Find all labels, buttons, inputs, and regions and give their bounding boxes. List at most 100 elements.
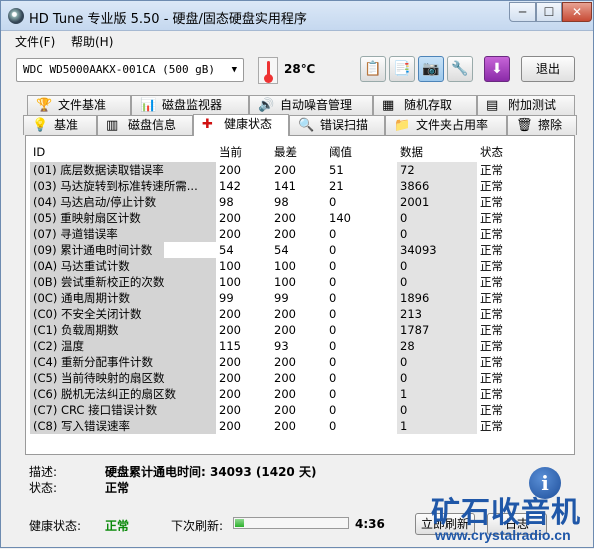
status-cell: 正常 <box>480 243 503 257</box>
threshold-cell: 0 <box>329 323 337 337</box>
attr-name-cell: (C6) 脱机无法纠正的扇区数 <box>30 386 216 402</box>
tab-label: 擦除 <box>538 118 563 132</box>
table-row[interactable]: (0C) 通电周期计数 99 99 0 1896 正常 <box>30 290 529 306</box>
threshold-cell: 0 <box>329 259 337 273</box>
current-cell: 200 <box>219 419 241 433</box>
threshold-cell: 0 <box>329 243 337 257</box>
attr-name-cell: (0B) 尝试重新校正的次数 <box>30 274 216 290</box>
table-row[interactable]: (0B) 尝试重新校正的次数 100 100 0 0 正常 <box>30 274 529 290</box>
menu-file[interactable]: 文件(F) <box>15 33 55 50</box>
tab-random-access[interactable]: ▦ 随机存取 <box>373 95 477 115</box>
tab-folder-usage[interactable]: 📁 文件夹占用率 <box>385 115 507 135</box>
tab-error-scan[interactable]: 🔍 错误扫描 <box>289 115 385 135</box>
description-value: 硬盘累计通电时间: 34093 (1420 天) <box>105 465 317 479</box>
current-cell: 200 <box>219 371 241 385</box>
worst-cell: 200 <box>274 163 296 177</box>
tab-label: 健康状态 <box>224 117 273 131</box>
table-row[interactable]: (C0) 不安全关闭计数 200 200 0 213 正常 <box>30 306 529 322</box>
copy-info-icon[interactable]: 📑 <box>389 56 415 82</box>
exit-button[interactable]: 退出 <box>521 56 575 82</box>
attr-name-cell: (C2) 温度 <box>30 338 216 354</box>
save-download-icon[interactable]: ⬇ <box>484 56 510 82</box>
table-row[interactable]: (C6) 脱机无法纠正的扇区数 200 200 0 1 正常 <box>30 386 529 402</box>
current-cell: 98 <box>219 195 234 209</box>
watermark-url: www.crystalradio.cn <box>435 527 571 543</box>
chevron-down-icon: ▼ <box>231 65 237 75</box>
refresh-progress-fill <box>235 519 244 527</box>
disk-monitor-icon: 📊 <box>140 98 157 113</box>
table-row[interactable]: (C8) 写入错误速率 200 200 0 1 正常 <box>30 418 529 434</box>
table-row[interactable]: (C7) CRC 接口错误计数 200 200 0 0 正常 <box>30 402 529 418</box>
tab-benchmark[interactable]: 💡 基准 <box>23 115 97 135</box>
table-row[interactable]: (05) 重映射扇区计数 200 200 140 0 正常 <box>30 210 529 226</box>
attr-name-text: (09) 累计通电时间计数 <box>33 243 153 257</box>
tab-row-bottom: 💡 基准 ▥ 磁盘信息 ✚ 健康状态 🔍 错误扫描 📁 文件夹占用率 🗑 擦除 <box>23 114 577 136</box>
maximize-icon[interactable]: ☐ <box>536 2 562 22</box>
drive-select[interactable]: WDC WD5000AAKX-001CA (500 gB) ▼ <box>16 58 244 82</box>
tab-label: 随机存取 <box>404 98 453 112</box>
col-header-worst[interactable]: 最差 <box>271 144 326 162</box>
tab-extra-tests[interactable]: ▤ 附加测试 <box>477 95 575 115</box>
table-row[interactable]: (C4) 重新分配事件计数 200 200 0 0 正常 <box>30 354 529 370</box>
table-row[interactable]: (C1) 负载周期数 200 200 0 1787 正常 <box>30 322 529 338</box>
screenshot-camera-icon[interactable]: 📷 <box>418 56 444 82</box>
status-cell: 正常 <box>480 403 503 417</box>
col-header-data[interactable]: 数据 <box>397 144 477 162</box>
worst-cell: 100 <box>274 259 296 273</box>
table-row[interactable]: (03) 马达旋转到标准转速所需... 142 141 21 3866 正常 <box>30 178 529 194</box>
table-row[interactable]: (C2) 温度 115 93 0 28 正常 <box>30 338 529 354</box>
attr-name-cell: (0C) 通电周期计数 <box>30 290 216 306</box>
data-cell: 0 <box>397 258 477 274</box>
tab-health[interactable]: ✚ 健康状态 <box>193 114 289 136</box>
tab-disk-monitor[interactable]: 📊 磁盘监视器 <box>131 95 249 115</box>
col-header-threshold[interactable]: 阈值 <box>326 144 397 162</box>
current-cell: 99 <box>219 291 234 305</box>
smart-table-panel: ID 当前 最差 阈值 数据 状态 (01) 底层数据读取错误率 200 200 51… <box>25 135 575 455</box>
close-icon[interactable]: ✕ <box>562 2 592 22</box>
data-cell: 0 <box>397 370 477 386</box>
minimize-icon[interactable]: ─ <box>509 2 536 22</box>
disk-info-icon: ▥ <box>106 118 119 133</box>
tab-erase[interactable]: 🗑 擦除 <box>507 115 577 135</box>
menu-help[interactable]: 帮助(H) <box>71 33 113 50</box>
tab-label: 磁盘信息 <box>128 118 177 132</box>
table-row[interactable]: (0A) 马达重试计数 100 100 0 0 正常 <box>30 258 529 274</box>
worst-cell: 200 <box>274 419 296 433</box>
table-row[interactable]: (09) 累计通电时间计数 54 54 0 34093 正常 <box>30 242 529 258</box>
worst-cell: 98 <box>274 195 289 209</box>
options-wrench-icon[interactable]: 🔧 <box>447 56 473 82</box>
table-row[interactable]: (C5) 当前待映射的扇区数 200 200 0 0 正常 <box>30 370 529 386</box>
tab-aam[interactable]: 🔊 自动噪音管理 <box>249 95 373 115</box>
threshold-cell: 140 <box>329 211 351 225</box>
table-row[interactable]: (04) 马达启动/停止计数 98 98 0 2001 正常 <box>30 194 529 210</box>
current-cell: 200 <box>219 211 241 225</box>
attr-name-cell: (03) 马达旋转到标准转速所需... <box>30 178 216 194</box>
data-cell: 213 <box>397 306 477 322</box>
status-cell: 正常 <box>480 355 503 369</box>
threshold-cell: 0 <box>329 291 337 305</box>
current-cell: 200 <box>219 307 241 321</box>
smart-table: ID 当前 最差 阈值 数据 状态 (01) 底层数据读取错误率 200 200 51… <box>30 144 529 434</box>
threshold-cell: 0 <box>329 339 337 353</box>
data-cell: 34093 <box>397 242 477 258</box>
worst-cell: 200 <box>274 371 296 385</box>
attr-name-cell: (C1) 负载周期数 <box>30 322 216 338</box>
attr-name-cell: (C5) 当前待映射的扇区数 <box>30 370 216 386</box>
tab-file-benchmark[interactable]: 🏆 文件基准 <box>27 95 131 115</box>
tab-disk-info[interactable]: ▥ 磁盘信息 <box>97 115 193 135</box>
table-row[interactable]: (07) 寻道错误率 200 200 0 0 正常 <box>30 226 529 242</box>
table-header-row: ID 当前 最差 阈值 数据 状态 <box>30 144 529 162</box>
worst-cell: 200 <box>274 211 296 225</box>
table-row[interactable]: (01) 底层数据读取错误率 200 200 51 72 正常 <box>30 162 529 178</box>
col-header-current[interactable]: 当前 <box>216 144 271 162</box>
current-cell: 142 <box>219 179 241 193</box>
copy-text-icon[interactable]: 📋 <box>360 56 386 82</box>
folder-usage-icon: 📁 <box>394 118 411 133</box>
col-header-status[interactable]: 状态 <box>477 144 529 162</box>
refresh-countdown: 4:36 <box>355 517 385 531</box>
current-cell: 200 <box>219 227 241 241</box>
col-header-id[interactable]: ID <box>30 144 216 162</box>
watermark: i 矿石收音机 www.crystalradio.cn <box>413 465 594 549</box>
status-cell: 正常 <box>480 211 503 225</box>
data-cell: 1 <box>397 418 477 434</box>
